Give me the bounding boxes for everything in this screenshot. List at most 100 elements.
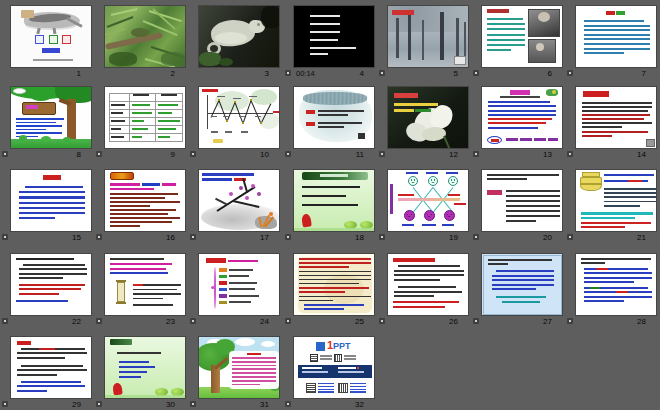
bars-art-line: [132, 112, 152, 114]
transition-icon[interactable]: [473, 234, 479, 240]
block-art: [218, 99, 221, 102]
logo-char: [316, 342, 325, 351]
transition-icon[interactable]: [473, 70, 479, 76]
slide-thumbnail-12[interactable]: [387, 86, 469, 149]
slide-thumbnail-2[interactable]: [104, 5, 186, 68]
transition-icon[interactable]: [2, 234, 8, 240]
slide-thumbnail-15[interactable]: [10, 169, 92, 232]
transition-icon[interactable]: [190, 318, 196, 324]
bars-art-line: [17, 374, 57, 376]
slide-thumbnail-26[interactable]: [387, 253, 469, 316]
slide-thumbnail-6[interactable]: [481, 5, 563, 68]
slide-number: 28: [637, 317, 646, 326]
transition-icon[interactable]: [285, 234, 291, 240]
wordart-title: [110, 172, 134, 180]
transition-icon[interactable]: [379, 151, 385, 157]
bars-art-line: [604, 188, 656, 190]
slide-cell-25: 25: [293, 253, 375, 329]
transition-icon[interactable]: [285, 318, 291, 324]
bars-art-line: [488, 259, 552, 261]
slide-thumbnail-10[interactable]: [198, 86, 280, 149]
slide-thumbnail-5[interactable]: [387, 5, 469, 68]
slide-thumbnail-29[interactable]: [10, 336, 92, 399]
slide-thumbnail-13[interactable]: [481, 86, 563, 149]
slide-thumbnail-25[interactable]: [293, 253, 375, 316]
block-art: [257, 192, 261, 196]
slide-thumbnail-8[interactable]: [10, 86, 92, 149]
transition-icon[interactable]: [96, 318, 102, 324]
transition-icon[interactable]: [473, 151, 479, 157]
block-art: [229, 301, 251, 303]
slide-thumbnail-9[interactable]: [104, 86, 186, 149]
slide-thumbnail-1[interactable]: [10, 5, 92, 68]
seg-art: [111, 8, 137, 16]
bars-art-line: [492, 284, 554, 286]
block-art: [506, 138, 518, 141]
slide-thumbnail-32[interactable]: 1PPT: [293, 336, 375, 399]
slide-number: 32: [355, 400, 364, 409]
transition-icon[interactable]: [379, 70, 385, 76]
bars-art-line: [320, 358, 332, 360]
bars-art-line: [110, 221, 172, 223]
transition-icon[interactable]: [567, 70, 573, 76]
slide-thumbnail-11[interactable]: [293, 86, 375, 149]
slide-thumbnail-30[interactable]: [104, 336, 186, 399]
slide-thumbnail-27[interactable]: [481, 253, 563, 316]
transition-icon[interactable]: [567, 151, 573, 157]
slide-thumbnail-31[interactable]: [198, 336, 280, 399]
transition-icon[interactable]: [96, 151, 102, 157]
bars-art-line: [232, 372, 276, 374]
block-art: [202, 178, 232, 181]
transition-icon[interactable]: [379, 234, 385, 240]
slide-number: 10: [260, 150, 269, 159]
slide-meta: 12: [387, 149, 469, 162]
block-art: [628, 180, 642, 182]
transition-icon[interactable]: [190, 151, 196, 157]
transition-icon[interactable]: [567, 318, 573, 324]
bars-art-line: [344, 355, 356, 357]
block-art: [162, 183, 176, 186]
bars-art-line: [109, 141, 183, 142]
slide-thumbnail-18[interactable]: [293, 169, 375, 232]
slide-thumbnail-22[interactable]: [10, 253, 92, 316]
bars-art-line: [604, 192, 656, 194]
slide-thumbnail-16[interactable]: [104, 169, 186, 232]
transition-icon[interactable]: [96, 401, 102, 407]
bars-art-line: [109, 117, 183, 118]
transition-icon[interactable]: [2, 401, 8, 407]
transition-icon[interactable]: [2, 151, 8, 157]
bars-art-line: [133, 289, 177, 291]
transition-icon[interactable]: [2, 318, 8, 324]
transition-icon[interactable]: [567, 234, 573, 240]
transition-icon[interactable]: [379, 318, 385, 324]
slide-thumbnail-20[interactable]: [481, 169, 563, 232]
slide-thumbnail-19[interactable]: [387, 169, 469, 232]
slide-thumbnail-28[interactable]: [575, 253, 657, 316]
transition-icon[interactable]: [285, 401, 291, 407]
slide-thumbnail-21[interactable]: [575, 169, 657, 232]
transition-icon[interactable]: [285, 70, 291, 76]
transition-icon[interactable]: [190, 401, 196, 407]
transition-icon[interactable]: [285, 151, 291, 157]
red-title: [392, 10, 414, 15]
slide-thumbnail-7[interactable]: [575, 5, 657, 68]
qr-code: [334, 354, 342, 362]
slide-thumbnail-17[interactable]: [198, 169, 280, 232]
transition-icon[interactable]: [96, 234, 102, 240]
slide-number: 6: [548, 69, 552, 78]
transition-icon[interactable]: [473, 318, 479, 324]
slide-thumbnail-4[interactable]: [293, 5, 375, 68]
slide-thumbnail-24[interactable]: [198, 253, 280, 316]
block-art: [219, 275, 227, 279]
bars-art-line: [19, 212, 85, 214]
bars-art-line: [318, 110, 364, 112]
block-art: [464, 22, 466, 60]
slide-thumbnail-23[interactable]: [104, 253, 186, 316]
bars-art-line: [394, 270, 464, 272]
bars-art-line: [132, 128, 148, 130]
transition-icon[interactable]: [190, 234, 196, 240]
block-art: [229, 269, 253, 271]
slide-meta: 5: [387, 68, 469, 81]
slide-thumbnail-14[interactable]: [575, 86, 657, 149]
slide-thumbnail-3[interactable]: [198, 5, 280, 68]
